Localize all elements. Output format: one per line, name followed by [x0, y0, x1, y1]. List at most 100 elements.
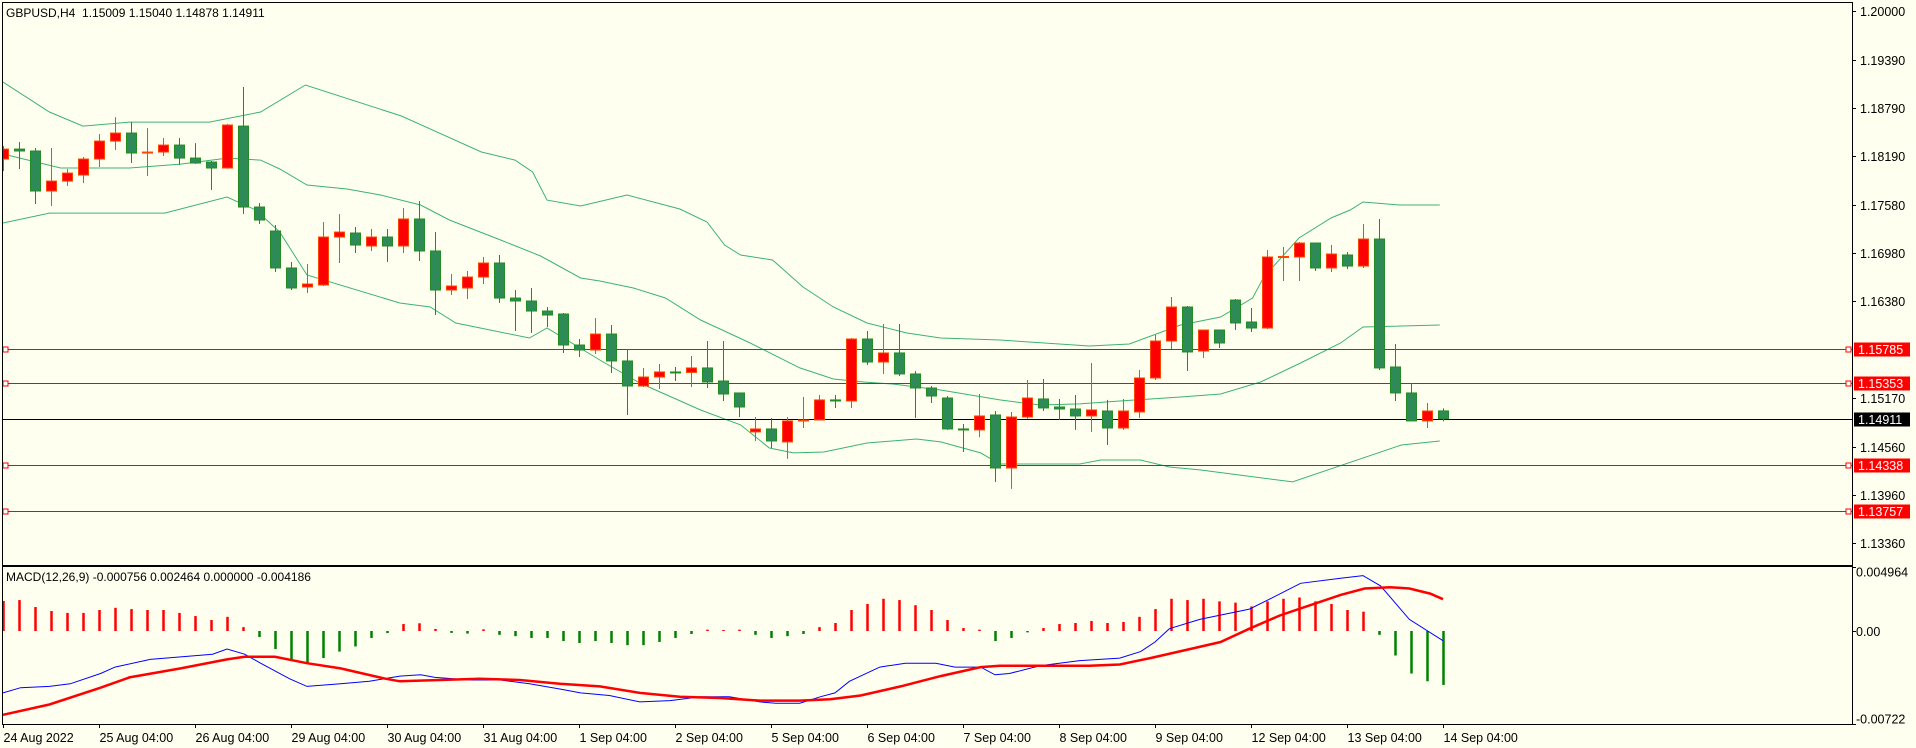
candle-bearish[interactable] — [494, 254, 505, 304]
level-handle-left[interactable] — [2, 380, 9, 387]
candle-bearish[interactable] — [622, 349, 633, 416]
candle-bullish[interactable] — [1278, 247, 1289, 282]
level-handle-right[interactable] — [1845, 346, 1852, 353]
candle-bullish[interactable] — [318, 222, 329, 287]
candle-bearish[interactable] — [190, 143, 201, 164]
candle-bearish[interactable] — [766, 417, 777, 448]
candle-bullish[interactable] — [366, 229, 377, 251]
candle-bearish[interactable] — [1310, 242, 1321, 272]
candle-bullish[interactable] — [1326, 245, 1337, 272]
candle-body — [494, 262, 505, 299]
candle-bearish[interactable] — [350, 227, 361, 253]
candle-bullish[interactable] — [686, 355, 697, 387]
candle-bearish[interactable] — [286, 262, 297, 291]
candle-bearish[interactable] — [238, 87, 249, 215]
candle-bullish[interactable] — [1086, 362, 1097, 432]
candle-bearish[interactable] — [574, 339, 585, 357]
candle-bullish[interactable] — [798, 396, 809, 428]
level-handle-left[interactable] — [2, 508, 9, 515]
candle-bullish[interactable] — [814, 394, 825, 421]
candle-bearish[interactable] — [702, 341, 713, 388]
candle-bullish[interactable] — [974, 393, 985, 438]
candle-bearish[interactable] — [558, 313, 569, 353]
level-handle-left[interactable] — [2, 346, 9, 353]
candle-bullish[interactable] — [78, 157, 89, 184]
candle-bearish[interactable] — [1406, 383, 1417, 422]
candle-bearish[interactable] — [1374, 218, 1385, 370]
candle-bearish[interactable] — [958, 423, 969, 452]
candle-bullish[interactable] — [62, 169, 73, 187]
candle-bullish[interactable] — [654, 364, 665, 389]
level-handle-left[interactable] — [2, 462, 9, 469]
candle-bearish[interactable] — [254, 203, 265, 225]
candle-bullish[interactable] — [1294, 241, 1305, 282]
candle-bearish[interactable] — [670, 366, 681, 382]
candle-bearish[interactable] — [1070, 394, 1081, 430]
candle-bullish[interactable] — [1118, 398, 1129, 430]
candle-bullish[interactable] — [1198, 329, 1209, 359]
candle-bullish[interactable] — [46, 148, 57, 206]
candle-body — [766, 428, 777, 442]
candle-bullish[interactable] — [398, 208, 409, 253]
candle-bullish[interactable] — [446, 273, 457, 295]
candle-bearish[interactable] — [542, 307, 553, 327]
candle-bearish[interactable] — [942, 396, 953, 430]
candle-bearish[interactable] — [1230, 298, 1241, 331]
candle-bearish[interactable] — [510, 290, 521, 331]
candle-bearish[interactable] — [174, 138, 185, 166]
level-handle-right[interactable] — [1845, 380, 1852, 387]
candle-bullish[interactable] — [1134, 369, 1145, 418]
chart-canvas[interactable]: 1.15785 1.15353 1.14338 1.13757 1.20000 1.193… — [0, 0, 1916, 748]
candle-bullish[interactable] — [334, 214, 345, 263]
candle-bearish[interactable] — [14, 142, 25, 170]
candle-bullish[interactable] — [1166, 296, 1177, 350]
candle-bullish[interactable] — [302, 264, 313, 293]
candle-bullish[interactable] — [638, 367, 649, 387]
candle-bullish[interactable] — [1358, 224, 1369, 268]
candle-bullish[interactable] — [846, 337, 857, 408]
candle-bullish[interactable] — [1150, 334, 1161, 380]
candle-bullish[interactable] — [590, 317, 601, 354]
candle-bearish[interactable] — [1214, 329, 1225, 348]
candle-bearish[interactable] — [126, 122, 137, 164]
candle-bearish[interactable] — [910, 370, 921, 418]
candle-bullish[interactable] — [222, 123, 233, 169]
candle-bearish[interactable] — [414, 201, 425, 261]
candle-bullish[interactable] — [878, 324, 889, 374]
candle-bearish[interactable] — [1246, 307, 1257, 333]
level-handle-right[interactable] — [1845, 508, 1852, 515]
candle-bearish[interactable] — [270, 224, 281, 272]
candle-bearish[interactable] — [382, 229, 393, 263]
candle-bearish[interactable] — [526, 288, 537, 333]
candle-bearish[interactable] — [1342, 252, 1353, 270]
level-handle-right[interactable] — [1845, 462, 1852, 469]
candle-bullish[interactable] — [750, 417, 761, 441]
candle-body — [1022, 397, 1033, 418]
candle-bearish[interactable] — [862, 330, 873, 365]
candle-bullish[interactable] — [462, 271, 473, 299]
candle-bearish[interactable] — [1102, 399, 1113, 445]
candle-bearish[interactable] — [926, 385, 937, 403]
candle-bullish[interactable] — [478, 256, 489, 285]
candle-bearish[interactable] — [830, 394, 841, 408]
candle-bullish[interactable] — [1022, 379, 1033, 419]
candle-bullish[interactable] — [142, 128, 153, 177]
candle-bullish[interactable] — [158, 138, 169, 157]
candle-bullish[interactable] — [1262, 250, 1273, 329]
candle-bearish[interactable] — [734, 392, 745, 418]
candle-bearish[interactable] — [1182, 305, 1193, 371]
candle-bearish[interactable] — [430, 232, 441, 316]
candle-bearish[interactable] — [990, 410, 1001, 482]
candle-bullish[interactable] — [1006, 411, 1017, 489]
candle-bearish[interactable] — [206, 161, 217, 191]
macd-panel[interactable] — [2, 575, 1445, 717]
candle-bullish[interactable] — [110, 117, 121, 151]
price-panel[interactable] — [0, 81, 1852, 515]
candle-bearish[interactable] — [30, 148, 41, 204]
candle-bullish[interactable] — [0, 146, 9, 172]
candle-bearish[interactable] — [606, 324, 617, 373]
candle-bullish[interactable] — [1422, 402, 1433, 428]
candle-bearish[interactable] — [1054, 398, 1065, 420]
candle-bullish[interactable] — [94, 134, 105, 168]
candle-bearish[interactable] — [1390, 343, 1401, 401]
